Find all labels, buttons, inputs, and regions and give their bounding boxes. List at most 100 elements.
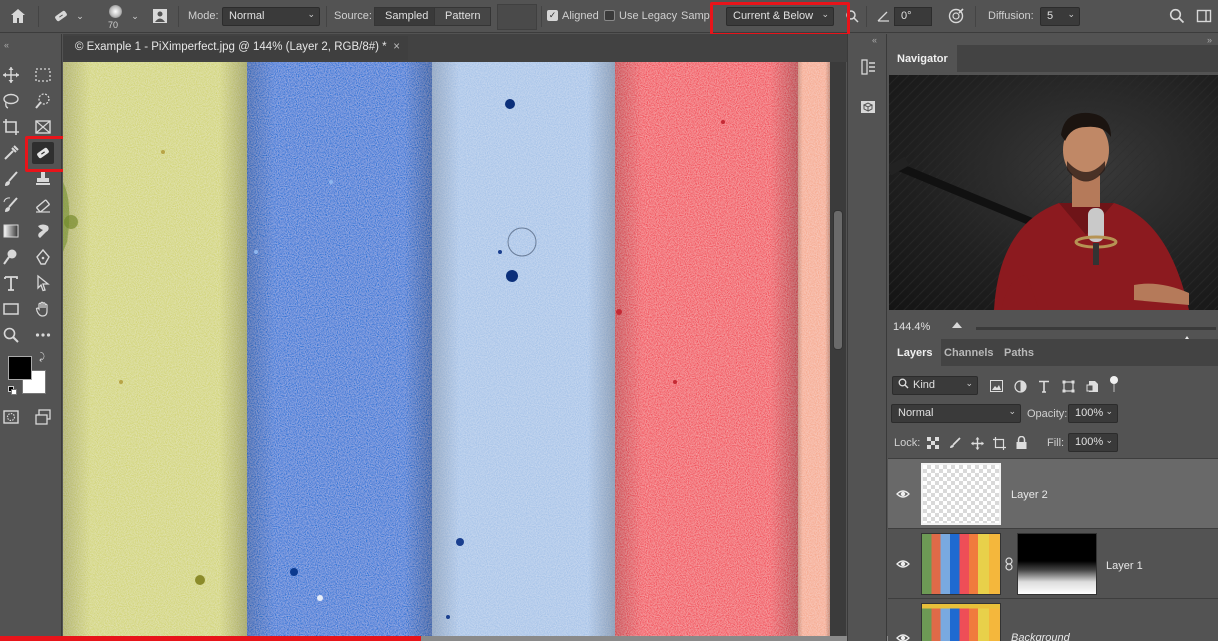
layer-name[interactable]: Layer 2 [1011,489,1048,501]
fill-dropdown[interactable]: 100% ⌄ [1068,433,1118,452]
diffusion-dropdown[interactable]: 5 ⌄ [1040,7,1080,26]
lock-image-pixels-icon[interactable] [948,436,962,450]
smudge-tool-icon[interactable] [32,220,54,242]
use-legacy-checkbox[interactable] [604,10,615,21]
collapse-strip-icon[interactable]: « [872,35,877,45]
layers-tabbar: Layers Channels Paths [888,339,1218,366]
layer-mask-thumbnail[interactable] [1017,533,1097,595]
collapse-panels-icon[interactable]: » [1207,35,1212,45]
clone-stamp-tool-icon[interactable] [32,168,54,190]
tab-layers[interactable]: Layers [888,339,942,366]
tab-navigator[interactable]: Navigator [888,45,957,72]
quick-mask-icon[interactable] [0,406,22,428]
history-panel-icon[interactable] [857,56,879,78]
ignore-adjustment-layers-icon[interactable] [845,8,859,24]
adjustment-layer-filter-icon[interactable] [1012,378,1028,394]
collapse-toolbar-icon[interactable]: « [4,40,9,50]
pixel-layer-filter-icon[interactable] [988,378,1004,394]
lasso-tool-icon[interactable] [0,90,22,112]
default-colors-icon[interactable] [8,386,18,396]
layer-name[interactable]: Background [1011,632,1070,641]
eyedropper-tool-icon[interactable] [0,142,22,164]
chalk-stripe-shade [63,62,247,637]
lock-transparent-pixels-icon[interactable] [926,436,940,450]
healing-brush-tool-icon[interactable] [32,142,54,164]
history-brush-tool-icon[interactable] [0,194,22,216]
chevron-down-icon: ⌄ [1008,406,1016,416]
layer-thumbnail-background[interactable] [921,603,1001,641]
zoom-slider[interactable] [976,327,1216,345]
opacity-dropdown[interactable]: 100% ⌄ [1068,404,1118,423]
smart-object-filter-icon[interactable] [1084,378,1100,394]
navigator-zoom-bar: 144.4% [888,312,1218,345]
layer-thumbnail-transparent[interactable] [921,463,1001,525]
shape-layer-filter-icon[interactable] [1060,378,1076,394]
document-tab[interactable]: © Example 1 - PiXimperfect.jpg @ 144% (L… [63,36,408,60]
image-canvas[interactable] [63,62,830,637]
screen-mode-icon[interactable] [32,406,54,428]
type-tool-icon[interactable] [0,272,22,294]
brush-size-icon[interactable] [103,2,127,20]
layer-row-layer-1[interactable]: Layer 1 [888,528,1218,598]
search-icon[interactable] [1167,6,1187,26]
source-sampled-button[interactable]: Sampled [374,7,440,26]
blend-mode-dropdown[interactable]: Normal ⌄ [891,404,1021,423]
lock-all-icon[interactable] [1014,435,1028,450]
home-icon[interactable] [8,6,28,26]
move-tool-icon[interactable] [0,64,22,86]
rectangle-tool-icon[interactable] [0,298,22,320]
brush-tool-icon[interactable] [0,168,22,190]
source-label: Source: [334,10,372,22]
zoom-out-icon[interactable] [952,322,962,328]
visibility-eye-icon[interactable] [896,487,910,501]
navigator-thumbnail[interactable] [889,75,1218,310]
swap-colors-icon[interactable]: ⤸ [39,352,45,363]
pen-tool-icon[interactable] [32,246,54,268]
foreground-color-swatch[interactable] [8,356,32,380]
opacity-label: Opacity: [1027,408,1068,420]
workspace-icon[interactable] [1194,6,1214,26]
eraser-tool-icon[interactable] [32,194,54,216]
crop-tool-icon[interactable] [0,116,22,138]
aligned-checkbox[interactable]: ✓ [547,10,558,21]
3d-panel-icon[interactable] [857,96,879,118]
close-tab-icon[interactable]: × [393,41,400,53]
lock-position-icon[interactable] [970,436,984,450]
visibility-eye-icon[interactable] [896,557,910,571]
layer-row-layer-2[interactable]: Layer 2 [888,458,1218,528]
clone-source-panel-icon[interactable] [150,6,170,26]
diffusion-value: 5 [1047,10,1054,22]
chevron-down-icon[interactable]: ⌄ [129,9,141,23]
zoom-percentage[interactable]: 144.4% [893,321,930,333]
visibility-eye-icon[interactable] [896,631,910,641]
path-selection-tool-icon[interactable] [32,272,54,294]
sample-dropdown[interactable]: Current & Below ⌄ [726,7,834,26]
zoom-tool-icon[interactable] [0,324,22,346]
layer-name[interactable]: Layer 1 [1106,560,1143,572]
marquee-tool-icon[interactable] [32,64,54,86]
angle-field[interactable]: 0° [894,7,932,26]
mode-dropdown[interactable]: Normal ⌄ [222,7,320,26]
more-tools-icon[interactable] [32,324,54,346]
type-layer-filter-icon[interactable] [1036,378,1052,394]
healing-brush-preset-icon[interactable] [50,6,72,26]
hand-tool-icon[interactable] [32,298,54,320]
lock-artboard-icon[interactable] [992,436,1006,450]
frame-tool-icon[interactable] [32,116,54,138]
filter-toggle-icon[interactable] [1110,376,1118,384]
layer-row-background[interactable]: Background [888,598,1218,641]
pattern-picker[interactable] [497,4,537,30]
gradient-tool-icon[interactable] [0,220,22,242]
tab-paths[interactable]: Paths [995,339,1043,366]
pressure-size-icon[interactable] [946,6,966,26]
link-icon[interactable] [1004,557,1014,571]
vertical-scrollbar[interactable] [830,62,846,637]
dodge-tool-icon[interactable] [0,246,22,268]
tab-channels[interactable]: Channels [935,339,1003,366]
layer-thumbnail-chalk[interactable] [921,533,1001,595]
scrollbar-thumb[interactable] [833,210,843,350]
filter-kind-dropdown[interactable]: Kind ⌄ [892,376,978,395]
quick-selection-tool-icon[interactable] [32,90,54,112]
chevron-down-icon[interactable]: ⌄ [74,9,86,23]
source-pattern-button[interactable]: Pattern [434,7,492,26]
